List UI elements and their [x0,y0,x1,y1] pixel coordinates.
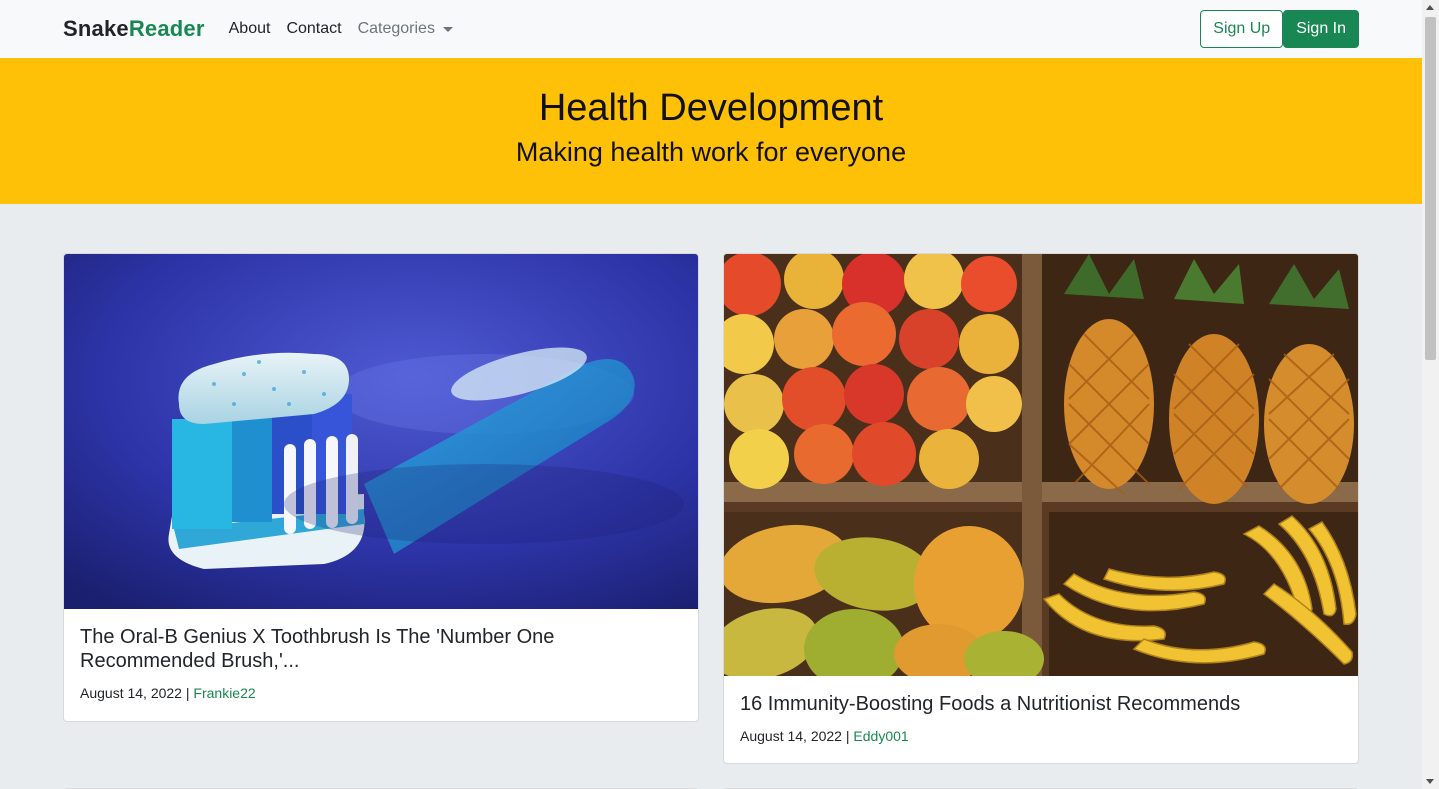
post-meta: August 14, 2022 | Frankie22 [80,685,682,701]
brand-part-snake: Snake [63,16,129,41]
nav-link-about[interactable]: About [229,20,271,38]
brand-logo[interactable]: SnakeReader [63,16,205,42]
post-author-link[interactable]: Eddy001 [853,728,908,744]
nav-link-contact[interactable]: Contact [286,20,341,38]
posts-grid: The Oral-B Genius X Toothbrush Is The 'N… [0,204,1422,789]
post-author-link[interactable]: Frankie22 [193,685,255,701]
post-card-body: 16 Immunity-Boosting Foods a Nutritionis… [724,676,1358,760]
post-meta: August 14, 2022 | Eddy001 [740,728,1342,744]
scrollbar-thumb[interactable] [1425,17,1436,360]
post-card-body: The Oral-B Genius X Toothbrush Is The 'N… [64,609,698,717]
post-title[interactable]: The Oral-B Genius X Toothbrush Is The 'N… [80,625,682,673]
sign-in-button[interactable]: Sign In [1283,10,1359,48]
navbar: SnakeReader About Contact Categories Sig… [0,0,1422,58]
hero-subtitle: Making health work for everyone [515,137,907,167]
hero-banner: Health Development Making health work fo… [0,58,1422,204]
scroll-up-icon[interactable] [1426,5,1434,10]
toothbrush-image[interactable] [64,254,698,609]
auth-buttons: Sign Up Sign In [1200,10,1359,48]
sign-up-button[interactable]: Sign Up [1200,10,1284,48]
post-date: August 14, 2022 [740,728,842,744]
post-card[interactable]: The Oral-B Genius X Toothbrush Is The 'N… [63,253,699,722]
post-title[interactable]: 16 Immunity-Boosting Foods a Nutritionis… [740,692,1342,716]
brand-part-reader: Reader [128,16,205,41]
caret-down-icon [442,26,453,32]
categories-dropdown[interactable]: Categories [358,20,453,38]
scroll-down-icon[interactable] [1426,779,1434,784]
fruit-crates-image[interactable] [724,254,1358,676]
meta-separator: | [841,728,854,744]
post-card[interactable]: 16 Immunity-Boosting Foods a Nutritionis… [723,253,1359,764]
hero-title: Health Development [538,87,884,129]
categories-label: Categories [357,20,435,37]
post-date: August 14, 2022 [80,685,182,701]
page-scrollbar[interactable] [1422,0,1439,789]
meta-separator: | [181,685,194,701]
